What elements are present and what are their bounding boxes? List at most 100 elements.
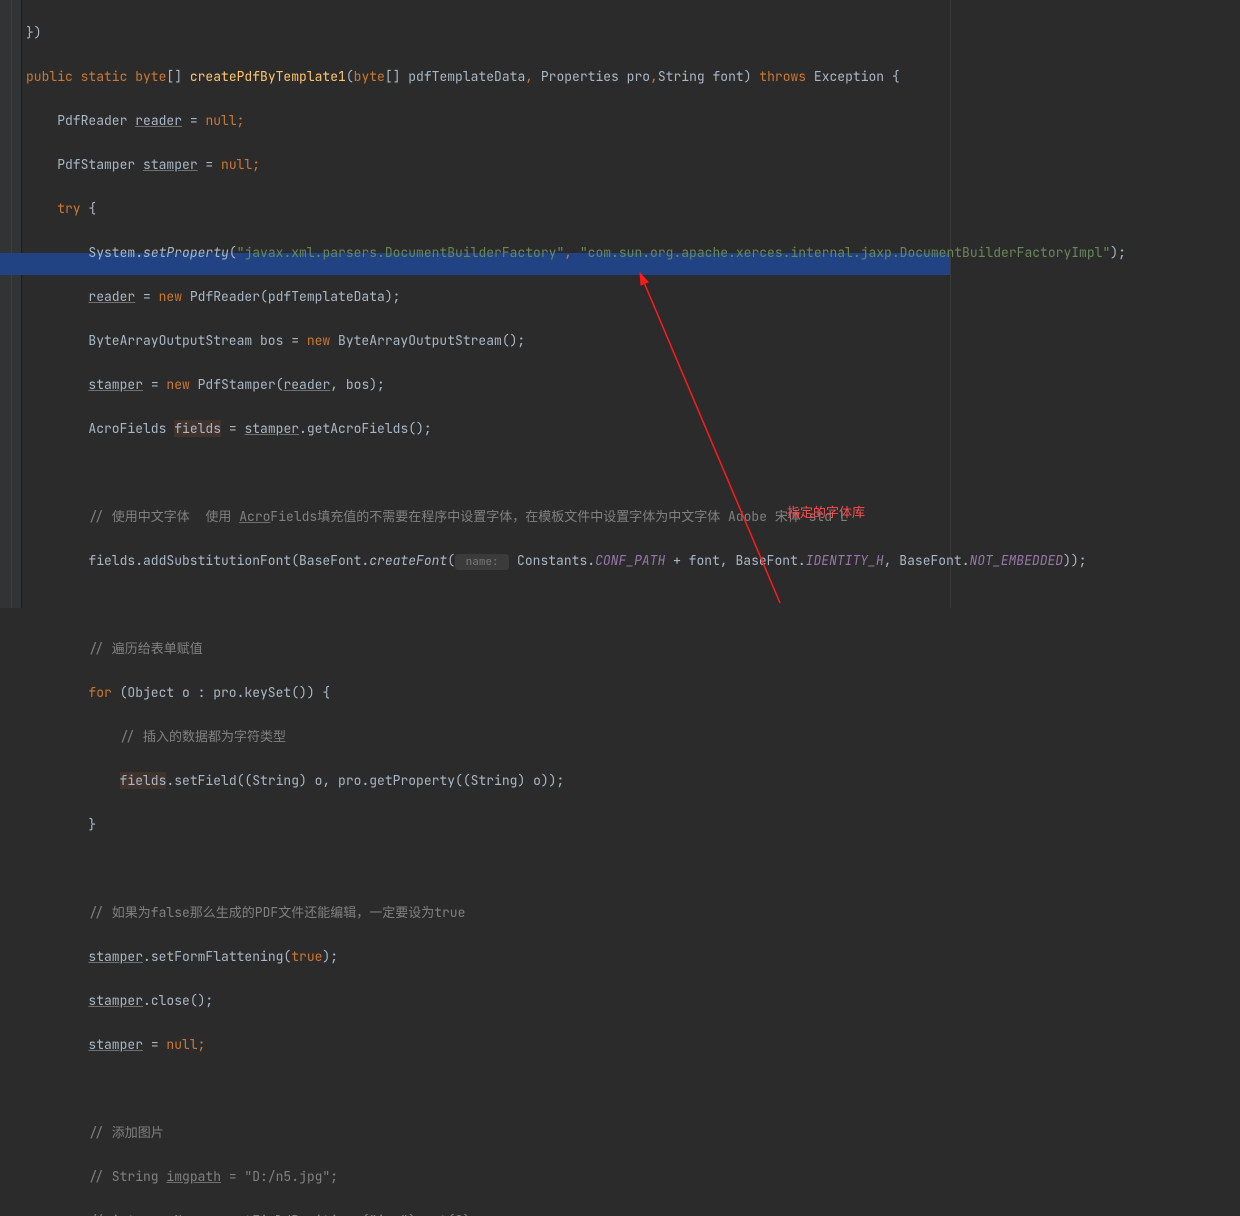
code-text: ); [1110,244,1126,261]
code-text: ) o)); [517,772,564,789]
code-line[interactable]: // 遍历给表单赋值 [26,638,1240,660]
code-text: String [252,772,299,789]
variable: stamper [88,376,143,393]
code-text: .getAcroFields(); [299,420,432,437]
code-text: ( [346,68,354,85]
code-text: .setFormFlattening( [143,948,291,965]
code-line[interactable]: } [26,814,1240,836]
code-line[interactable]: stamper.close(); [26,990,1240,1012]
code-text: + font, BaseFont. [665,552,805,569]
code-line[interactable]: stamper = new PdfStamper(reader, bos); [26,374,1240,396]
code-text: String font [658,68,744,85]
code-text: { [88,200,96,217]
code-line[interactable]: // 插入的数据都为字符类型 [26,726,1240,748]
variable: stamper [88,992,143,1009]
punct: ; [252,156,260,173]
string: "javax.xml.parsers.DocumentBuilderFactor… [237,244,565,261]
code-editor[interactable]: }) public static byte[] createPdfByTempl… [22,0,1240,1216]
variable: stamper [143,156,198,173]
comment: // 插入的数据都为字符类型 [120,728,286,745]
code-text: (Object o : pro.keySet [120,684,292,701]
code-line[interactable] [26,1078,1240,1100]
code-text: [] [166,68,189,85]
code-text: PdfReader [57,112,135,129]
code-text: = [221,420,244,437]
static-field: CONF_PATH [595,552,665,569]
keyword: throws [759,68,814,85]
code-text: = [143,376,166,393]
code-line[interactable]: PdfStamper stamper = null; [26,154,1240,176]
code-line[interactable]: // 添加图片 [26,1122,1240,1144]
code-text: , BaseFont. [884,552,970,569]
code-text: ) [744,68,760,85]
code-text: , bos); [330,376,385,393]
comment: // 使用中文字体 使用 [88,508,239,525]
code-line[interactable]: stamper = null; [26,1034,1240,1056]
code-text: PdfStamper( [198,376,284,393]
comment: // 添加图片 [88,1124,163,1141]
variable: fields [120,772,167,789]
comment: Acro [239,508,270,525]
code-line-highlighted[interactable]: fields.addSubstitutionFont(BaseFont.crea… [26,550,1240,572]
code-line[interactable]: fields.setField((String) o, pro.getPrope… [26,770,1240,792]
code-line[interactable]: reader = new PdfReader(pdfTemplateData); [26,286,1240,308]
code-text: .setField(( [166,772,252,789]
code-text: ( [229,244,237,261]
code-text: = [143,1036,166,1053]
code-text: = [135,288,158,305]
code-text: PdfStamper [57,156,143,173]
parameter-hint: name: [455,554,509,570]
code-text: ByteArrayOutputStream(); [338,332,525,349]
variable: reader [283,376,330,393]
code-text: Exception { [814,68,900,85]
code-text: .close(); [143,992,213,1009]
code-line[interactable] [26,594,1240,616]
code-text: }) [26,24,42,41]
code-line[interactable] [26,462,1240,484]
code-line[interactable]: // int pageNo = s.getFieldPositions("img… [26,1210,1240,1216]
editor-gutter[interactable] [0,0,22,608]
code-text: Constants. [509,552,595,569]
code-line[interactable]: }) [26,22,1240,44]
annotation-label: 指定的字体库 [787,502,865,524]
code-line[interactable]: System.setProperty("javax.xml.parsers.Do… [26,242,1240,264]
code-line[interactable]: PdfReader reader = null; [26,110,1240,132]
code-line[interactable]: ByteArrayOutputStream bos = new ByteArra… [26,330,1240,352]
code-text: () [291,684,307,701]
keyword: null [166,1036,197,1053]
punct: , [525,68,541,85]
method-name: createPdfByTemplate1 [190,68,346,85]
variable: fields [174,420,221,437]
code-line[interactable]: stamper.setFormFlattening(true); [26,946,1240,968]
code-line[interactable]: // String imgpath = "D:/n5.jpg"; [26,1166,1240,1188]
code-text: = [198,156,221,173]
code-text: } [88,816,96,833]
code-line[interactable]: for (Object o : pro.keySet()) { [26,682,1240,704]
variable: stamper [88,948,143,965]
variable: stamper [88,1036,143,1053]
code-text: ) o, pro.getProperty(( [299,772,471,789]
code-text: ); [322,948,338,965]
code-line[interactable]: try { [26,198,1240,220]
fold-guide [11,0,12,608]
code-line[interactable]: AcroFields fields = stamper.getAcroField… [26,418,1240,440]
code-text: Properties pro [541,68,650,85]
code-line[interactable]: // 使用中文字体 使用 AcroFields填充值的不需要在程序中设置字体，在… [26,506,1240,528]
string: "com.sun.org.apache.xerces.internal.jaxp… [580,244,1110,261]
punct: ; [237,112,245,129]
code-line[interactable]: public static byte[] createPdfByTemplate… [26,66,1240,88]
code-text: = [182,112,205,129]
code-text: System. [88,244,143,261]
keyword: for [88,684,119,701]
keyword: null [205,112,236,129]
variable: reader [135,112,182,129]
highlight-gutter [0,253,22,275]
code-line[interactable] [26,858,1240,880]
keyword: try [57,200,88,217]
code-text: fields.addSubstitutionFont(BaseFont. [88,552,369,569]
keyword: new [307,332,338,349]
static-field: NOT_EMBEDDED [970,552,1064,569]
static-field: IDENTITY_H [806,552,884,569]
code-line[interactable]: // 如果为false那么生成的PDF文件还能编辑，一定要设为true [26,902,1240,924]
code-text: )); [1063,552,1086,569]
